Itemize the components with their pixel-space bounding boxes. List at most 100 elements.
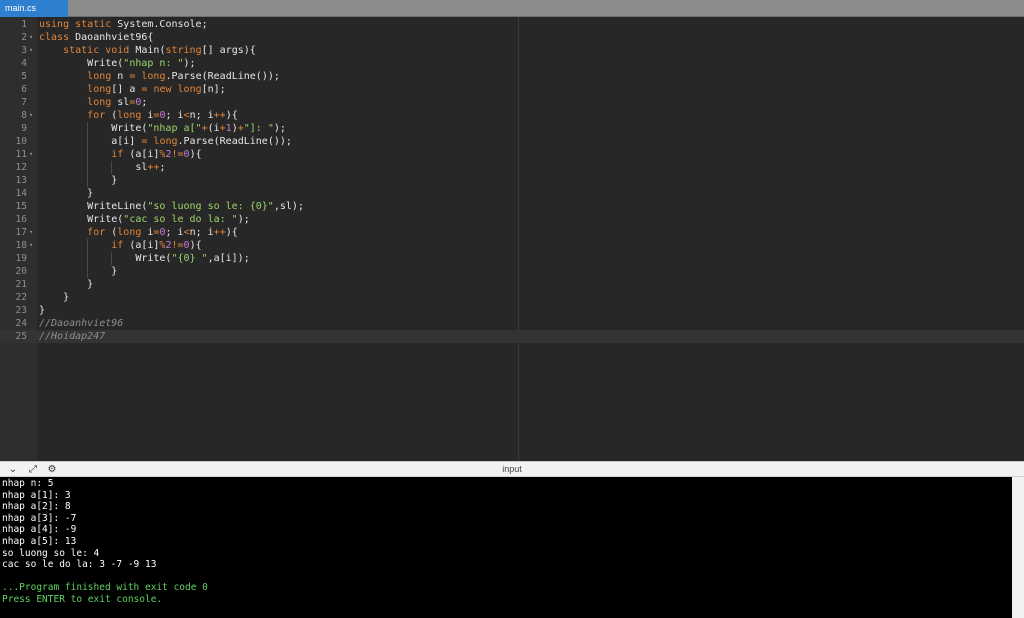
line-number: 4 <box>21 58 27 69</box>
code-text: //Daoanhviet96 <box>39 318 124 329</box>
code-text: Write("nhap n: "); <box>39 58 196 69</box>
code-text: using static System.Console; <box>39 19 208 30</box>
line-number: 12 <box>15 162 27 173</box>
code-line[interactable]: 25 //Hoidap247 <box>0 330 1024 343</box>
console-output-line: nhap a[5]: 13 <box>2 535 77 547</box>
line-number: 5 <box>21 71 27 82</box>
line-number: 18 <box>15 240 27 251</box>
console-output-line: nhap a[1]: 3 <box>2 489 71 501</box>
code-text: } <box>39 266 118 277</box>
line-number: 14 <box>15 188 27 199</box>
code-text: } <box>39 305 46 316</box>
line-number: 2 <box>21 32 27 43</box>
console-output-line: so luong so le: 4 <box>2 547 100 559</box>
code-line[interactable]: 20 } <box>0 265 1024 278</box>
code-line[interactable]: 15 WriteLine("so luong so le: {0}",sl); <box>0 200 1024 213</box>
code-text: WriteLine("so luong so le: {0}",sl); <box>39 201 304 212</box>
code-text: } <box>39 188 94 199</box>
code-text: Write("cac so le do la: "); <box>39 214 250 225</box>
code-text: long n = long.Parse(ReadLine()); <box>87 71 280 82</box>
line-number: 15 <box>15 201 27 212</box>
code-text: } <box>39 175 118 186</box>
line-number: 25 <box>15 331 27 342</box>
console-output-line: nhap a[2]: 8 <box>2 501 71 513</box>
code-text: Write("nhap a["+(i+1)+"]: "); <box>39 123 286 134</box>
code-line[interactable]: 5 long n = long.Parse(ReadLine()); <box>0 70 1024 83</box>
code-text: if (a[i]%2!=0){ <box>111 149 202 160</box>
indent-guide <box>111 161 113 174</box>
code-line[interactable]: 12 sl++; <box>0 161 1024 174</box>
line-number: 19 <box>15 253 27 264</box>
tab-main-cs[interactable]: main.cs <box>0 0 68 17</box>
code-line[interactable]: 13 } <box>0 174 1024 187</box>
console-panel: ⌄ ⤢ ⚙ input nhap n: 5 nhap a[1]: 3 nhap a[… <box>0 461 1024 618</box>
indent-guide <box>111 252 113 265</box>
code-line[interactable]: 1 using static System.Console; <box>0 18 1024 31</box>
line-number: 6 <box>21 84 27 95</box>
fold-toggle-icon[interactable]: ▾ <box>29 31 33 44</box>
code-line[interactable]: 6 long[] a = new long[n]; <box>0 83 1024 96</box>
code-line[interactable]: 24 //Daoanhviet96 <box>0 317 1024 330</box>
line-number: 9 <box>21 123 27 134</box>
code-line[interactable]: 10 a[i] = long.Parse(ReadLine()); <box>0 135 1024 148</box>
code-line[interactable]: 3 ▾ static void Main(string[] args){ <box>0 44 1024 57</box>
code-line[interactable]: 11 ▾ if (a[i]%2!=0){ <box>0 148 1024 161</box>
code-line[interactable]: 21 } <box>0 278 1024 291</box>
line-number: 13 <box>15 175 27 186</box>
console-output[interactable]: nhap n: 5 nhap a[1]: 3 nhap a[2]: 8 nhap a[… <box>0 477 1012 618</box>
code-text: } <box>39 292 70 303</box>
line-number: 21 <box>15 279 27 290</box>
line-number: 8 <box>21 110 27 121</box>
console-label: input <box>502 464 522 474</box>
code-line[interactable]: 18 ▾ if (a[i]%2!=0){ <box>0 239 1024 252</box>
code-line[interactable]: 19 Write("{0} ",a[i]); <box>0 252 1024 265</box>
fold-toggle-icon[interactable]: ▾ <box>29 226 33 239</box>
console-output-line: nhap a[3]: -7 <box>2 512 77 524</box>
line-number: 16 <box>15 214 27 225</box>
line-number: 11 <box>15 149 27 160</box>
tab-bar: main.cs <box>0 0 1024 17</box>
console-output-line: cac so le do la: 3 -7 -9 13 <box>2 559 157 571</box>
code-text: //Hoidap247 <box>39 331 106 342</box>
code-text: for (long i=0; i<n; i++){ <box>87 110 238 121</box>
code-line[interactable]: 17 ▾ for (long i=0; i<n; i++){ <box>0 226 1024 239</box>
fold-toggle-icon[interactable]: ▾ <box>29 44 33 57</box>
code-line[interactable]: 16 Write("cac so le do la: "); <box>0 213 1024 226</box>
console-output-line: Press ENTER to exit console. <box>2 593 163 605</box>
console-toolbar: ⌄ ⤢ ⚙ input <box>0 461 1024 477</box>
line-number: 7 <box>21 97 27 108</box>
console-scrollbar[interactable] <box>1012 477 1024 618</box>
console-output-line: ...Program finished with exit code 0 <box>2 582 208 594</box>
line-number: 1 <box>21 19 27 30</box>
code-text: sl++; <box>39 162 166 173</box>
code-text: Write("{0} ",a[i]); <box>39 253 250 264</box>
code-line[interactable]: 14 } <box>0 187 1024 200</box>
line-number: 17 <box>15 227 27 238</box>
code-line[interactable]: 8 ▾ for (long i=0; i<n; i++){ <box>0 109 1024 122</box>
line-number: 3 <box>21 45 27 56</box>
code-line[interactable]: 23} <box>0 304 1024 317</box>
code-text: a[i] = long.Parse(ReadLine()); <box>39 136 292 147</box>
line-number: 23 <box>15 305 27 316</box>
code-line[interactable]: 22 } <box>0 291 1024 304</box>
fold-toggle-icon[interactable]: ▾ <box>29 239 33 252</box>
code-text: if (a[i]%2!=0){ <box>111 240 202 251</box>
console-output-line: nhap n: 5 <box>2 478 54 489</box>
line-number: 24 <box>15 318 27 329</box>
line-number: 22 <box>15 292 27 303</box>
fold-toggle-icon[interactable]: ▾ <box>29 148 33 161</box>
code-line[interactable]: 2 ▾ class Daoanhviet96{ <box>0 31 1024 44</box>
code-line[interactable]: 4 Write("nhap n: "); <box>0 57 1024 70</box>
code-editor[interactable]: 1 using static System.Console; 2 ▾ class Dao… <box>0 17 1024 461</box>
code-text: } <box>39 279 94 290</box>
code-line[interactable]: 7 long sl=0; <box>0 96 1024 109</box>
fold-toggle-icon[interactable]: ▾ <box>29 109 33 122</box>
line-number: 20 <box>15 266 27 277</box>
code-text: long sl=0; <box>87 97 148 108</box>
code-line[interactable]: 9 Write("nhap a["+(i+1)+"]: "); <box>0 122 1024 135</box>
console-output-line: nhap a[4]: -9 <box>2 524 77 536</box>
indent-guide <box>87 239 89 278</box>
line-number: 10 <box>15 136 27 147</box>
indent-guide <box>87 122 89 187</box>
